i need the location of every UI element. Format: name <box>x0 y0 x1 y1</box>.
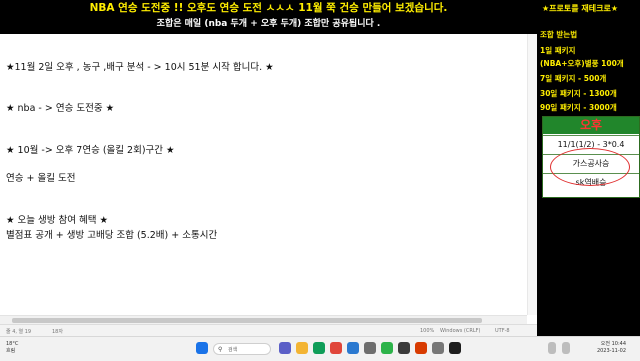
search-icon: ⚲ <box>218 346 223 353</box>
highlight-circle <box>550 148 630 186</box>
line-ending: Windows (CRLF) <box>440 328 481 334</box>
app-icon[interactable] <box>364 342 376 354</box>
app-icon[interactable] <box>398 342 410 354</box>
weather-widget[interactable]: 18°C 흐림 <box>6 341 18 355</box>
afternoon-picks-title: 오후 <box>579 118 603 132</box>
weather-temp: 18°C <box>6 341 19 347</box>
wifi-icon[interactable] <box>562 342 570 354</box>
notepad-line-6: 별점표 공개 + 생방 고배당 조합 (5.2배) + 소통시간 <box>6 230 218 241</box>
notepad-line-3: ★ 10월 -> 오후 7연승 (올킬 2회)구간 ★ <box>6 145 175 156</box>
notepad-line-4: 연승 + 올킬 도전 <box>6 173 76 184</box>
promo-subheader: 조합 받는법 <box>540 30 578 39</box>
package-item: 30일 패키지 - 1300개 <box>540 89 617 98</box>
chrome-icon[interactable] <box>313 342 325 354</box>
tray-chevron-icon[interactable] <box>548 342 556 354</box>
task-view-icon[interactable] <box>279 342 291 354</box>
notepad-editor[interactable]: ★11월 2일 오후 , 농구 ,배구 분석 - > 10시 51분 시작 합니… <box>0 34 538 337</box>
afternoon-picks-header: 오후 <box>543 117 639 134</box>
notepad-line-2: ★ nba - > 연승 도전중 ★ <box>6 103 115 114</box>
clock-time: 오전 10:44 <box>600 341 626 347</box>
zoom-level: 100% <box>420 328 435 334</box>
taskbar: 18°C 흐림 ⚲ 검색 오전 10:44 2023-11-02 <box>0 336 640 361</box>
app-icon[interactable] <box>449 342 461 354</box>
encoding: UTF-8 <box>495 328 510 334</box>
app-icon[interactable] <box>432 342 444 354</box>
app-icon[interactable] <box>415 342 427 354</box>
edge-icon[interactable] <box>347 342 359 354</box>
system-clock[interactable]: 오전 10:44 2023-11-02 <box>597 341 626 355</box>
cursor-position: 줄 4, 열 19 <box>6 329 32 335</box>
package-item: 1일 패키지 <box>540 46 576 55</box>
search-placeholder: 검색 <box>228 347 238 353</box>
promo-header: ★프로토를 재테크로★ <box>542 4 619 13</box>
package-item: 7일 패키지 - 500개 <box>540 74 607 83</box>
banner-line-1: NBA 연승 도전중 !! 오후도 연승 도전 ㅅㅅㅅ 11월 쭉 건승 만들어… <box>89 2 448 14</box>
app-icon[interactable] <box>381 342 393 354</box>
windows-start-icon[interactable] <box>196 342 208 354</box>
banner-line-2: 조합은 매일 (nba 두개 + 오후 두개) 조합만 공유됩니다 . <box>156 19 381 29</box>
package-item: (NBA+오후)별풍 100개 <box>540 59 624 68</box>
notepad-line-5: ★ 오늘 생방 참여 혜택 ★ <box>6 215 109 226</box>
scrollbar-thumb[interactable] <box>12 318 482 323</box>
file-explorer-icon[interactable] <box>296 342 308 354</box>
app-icon[interactable] <box>330 342 342 354</box>
weather-desc: 흐림 <box>6 348 16 354</box>
package-item: 90일 패키지 - 3000개 <box>540 103 617 112</box>
clock-date: 2023-11-02 <box>596 348 626 354</box>
taskbar-search[interactable]: ⚲ 검색 <box>213 343 271 355</box>
notepad-line-1: ★11월 2일 오후 , 농구 ,배구 분석 - > 10시 51분 시작 합니… <box>6 62 274 73</box>
char-count: 18자 <box>52 329 63 335</box>
broadcast-banner: NBA 연승 도전중 !! 오후도 연승 도전 ㅅㅅㅅ 11월 쭉 건승 만들어… <box>0 0 537 34</box>
